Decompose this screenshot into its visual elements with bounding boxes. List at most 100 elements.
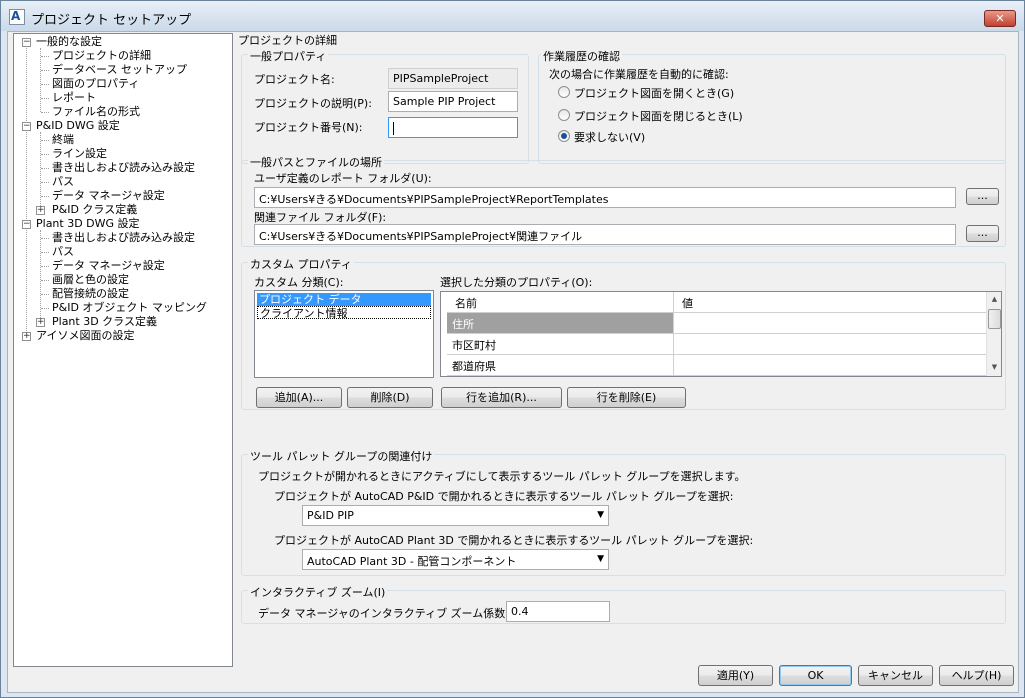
tree-item-file-name-format[interactable]: ファイル名の形式 [14, 105, 232, 119]
column-header-name[interactable]: 名前 [447, 292, 674, 313]
plant3d-palette-select[interactable]: AutoCAD Plant 3D - 配管コンポーネント ▼ [302, 549, 609, 570]
page-title: プロジェクトの詳細 [238, 34, 337, 47]
collapse-icon[interactable]: − [22, 122, 31, 131]
tree-item-line-settings[interactable]: ライン設定 [14, 147, 232, 161]
report-folder-label: ユーザ定義のレポート フォルダ(U): [254, 172, 432, 185]
settings-tree[interactable]: − 一般的な設定 プロジェクトの詳細 データベース セットアップ 図面のプロパテ… [13, 33, 233, 667]
radio-on-close-label[interactable]: プロジェクト図面を閉じるとき(L) [574, 108, 743, 124]
project-description-field[interactable]: Sample PIP Project [388, 91, 518, 112]
column-header-value[interactable]: 値 [674, 292, 987, 313]
zoom-factor-label: データ マネージャのインタラクティブ ズーム係数(Z): [258, 607, 526, 620]
tree-item-plant3d-dwg-settings[interactable]: − Plant 3D DWG 設定 [14, 217, 232, 231]
expand-icon[interactable]: + [36, 206, 45, 215]
collapse-icon[interactable]: − [22, 220, 31, 229]
scroll-down-icon[interactable]: ▼ [987, 360, 1001, 375]
add-row-button[interactable]: 行を追加(R)... [441, 387, 562, 408]
project-number-label: プロジェクト番号(N): [254, 121, 363, 134]
tree-branch [41, 84, 49, 85]
browse-report-folder-button[interactable]: ... [966, 188, 999, 205]
tree-branch [41, 252, 49, 253]
related-files-label: 関連ファイル フォルダ(F): [254, 211, 387, 224]
tree-item-terminators[interactable]: 終端 [14, 133, 232, 147]
tree-item-pid-paths[interactable]: パス [14, 175, 232, 189]
scroll-up-icon[interactable]: ▲ [987, 292, 1001, 307]
tree-item-project-details[interactable]: プロジェクトの詳細 [14, 49, 232, 63]
tree-branch [41, 56, 49, 57]
radio-never[interactable] [558, 130, 570, 142]
tree-branch [41, 280, 49, 281]
tree-item-database-setup[interactable]: データベース セットアップ [14, 63, 232, 77]
history-check-title: 作業履歴の確認 [541, 48, 622, 64]
text-caret [393, 121, 394, 135]
history-check-prompt: 次の場合に作業履歴を自動的に確認: [549, 68, 729, 81]
tree-item-pid-object-mapping[interactable]: P&ID オブジェクト マッピング [14, 301, 232, 315]
zoom-factor-field[interactable]: 0.4 [506, 601, 610, 622]
list-item[interactable]: プロジェクト データ [257, 293, 431, 306]
category-properties-grid[interactable]: 名前 値 住所 市区町村 都道府県 ▲ ▼ [440, 291, 1002, 377]
tree-branch [41, 70, 49, 71]
delete-row-button[interactable]: 行を削除(E) [567, 387, 686, 408]
tree-item-pipe-connections[interactable]: 配管接続の設定 [14, 287, 232, 301]
tree-item-plant3d-class-definitions[interactable]: + Plant 3D クラス定義 [14, 315, 232, 329]
project-number-field[interactable] [388, 117, 518, 138]
tree-item-pid-dwg-settings[interactable]: − P&ID DWG 設定 [14, 119, 232, 133]
project-name-label: プロジェクト名: [254, 73, 335, 86]
tree-item-pid-data-manager[interactable]: データ マネージャ設定 [14, 189, 232, 203]
grid-cell-name[interactable]: 都道府県 [447, 355, 674, 376]
tree-branch [41, 154, 49, 155]
title-bar: A プロジェクト セットアップ ✕ [1, 1, 1024, 31]
tree-item-plant3d-export-import[interactable]: 書き出しおよび読み込み設定 [14, 231, 232, 245]
tree-item-reports[interactable]: レポート [14, 91, 232, 105]
scroll-thumb[interactable] [988, 309, 1001, 329]
close-button[interactable]: ✕ [984, 10, 1016, 27]
grid-cell-value[interactable] [674, 313, 987, 334]
project-name-field: PIPSampleProject [388, 68, 518, 89]
cancel-button[interactable]: キャンセル [858, 665, 933, 686]
custom-category-list[interactable]: プロジェクト データ クライアント情報 [254, 290, 434, 378]
browse-related-files-button[interactable]: ... [966, 225, 999, 242]
expand-icon[interactable]: + [36, 318, 45, 327]
tree-item-layer-color[interactable]: 画層と色の設定 [14, 273, 232, 287]
pid-palette-select[interactable]: P&ID PIP ▼ [302, 505, 609, 526]
dialog-body: − 一般的な設定 プロジェクトの詳細 データベース セットアップ 図面のプロパテ… [7, 31, 1019, 693]
radio-on-close[interactable] [558, 109, 570, 121]
grid-cell-name[interactable]: 住所 [447, 313, 674, 334]
grid-cell-value[interactable] [674, 334, 987, 355]
delete-category-button[interactable]: 削除(D) [347, 387, 433, 408]
category-properties-label: 選択した分類のプロパティ(O): [440, 276, 593, 289]
chevron-down-icon: ▼ [597, 554, 604, 564]
radio-never-label[interactable]: 要求しない(V) [574, 129, 645, 145]
pid-palette-label: プロジェクトが AutoCAD P&ID で開かれるときに表示するツール パレッ… [274, 490, 734, 503]
project-setup-dialog: A プロジェクト セットアップ ✕ − 一般的な設定 プロジェクトの詳細 データ… [0, 0, 1025, 698]
tree-item-plant3d-data-manager[interactable]: データ マネージャ設定 [14, 259, 232, 273]
tree-branch [41, 140, 49, 141]
collapse-icon[interactable]: − [22, 38, 31, 47]
list-item[interactable]: クライアント情報 [257, 306, 431, 320]
tree-item-pid-class-definitions[interactable]: + P&ID クラス定義 [14, 203, 232, 217]
help-button[interactable]: ヘルプ(H) [939, 665, 1014, 686]
tree-item-plant3d-paths[interactable]: パス [14, 245, 232, 259]
tree-branch [41, 308, 49, 309]
related-files-field[interactable]: C:¥Users¥きる¥Documents¥PIPSampleProject¥関… [254, 224, 956, 245]
general-properties-title: 一般プロパティ [248, 48, 329, 64]
tree-branch [41, 238, 49, 239]
tool-palette-title: ツール パレット グループの関連付け [248, 448, 435, 464]
radio-on-open-label[interactable]: プロジェクト図面を開くとき(G) [574, 85, 734, 101]
add-category-button[interactable]: 追加(A)... [256, 387, 342, 408]
grid-cell-name[interactable]: 市区町村 [447, 334, 674, 355]
tree-item-pid-export-import[interactable]: 書き出しおよび読み込み設定 [14, 161, 232, 175]
expand-icon[interactable]: + [22, 332, 31, 341]
tree-item-general-settings[interactable]: − 一般的な設定 [14, 35, 232, 49]
ok-button[interactable]: OK [779, 665, 852, 686]
tree-branch [41, 168, 49, 169]
tool-palette-intro: プロジェクトが開かれるときにアクティブにして表示するツール パレット グループを… [258, 470, 746, 483]
tree-branch [41, 196, 49, 197]
grid-cell-value[interactable] [674, 355, 987, 376]
radio-on-open[interactable] [558, 86, 570, 98]
report-folder-field[interactable]: C:¥Users¥きる¥Documents¥PIPSampleProject¥R… [254, 187, 956, 208]
grid-scrollbar[interactable]: ▲ ▼ [986, 292, 1001, 376]
project-description-label: プロジェクトの説明(P): [254, 97, 372, 110]
apply-button[interactable]: 適用(Y) [698, 665, 773, 686]
tree-item-drawing-properties[interactable]: 図面のプロパティ [14, 77, 232, 91]
tree-item-iso-drawing-settings[interactable]: + アイソメ図面の設定 [14, 329, 232, 343]
